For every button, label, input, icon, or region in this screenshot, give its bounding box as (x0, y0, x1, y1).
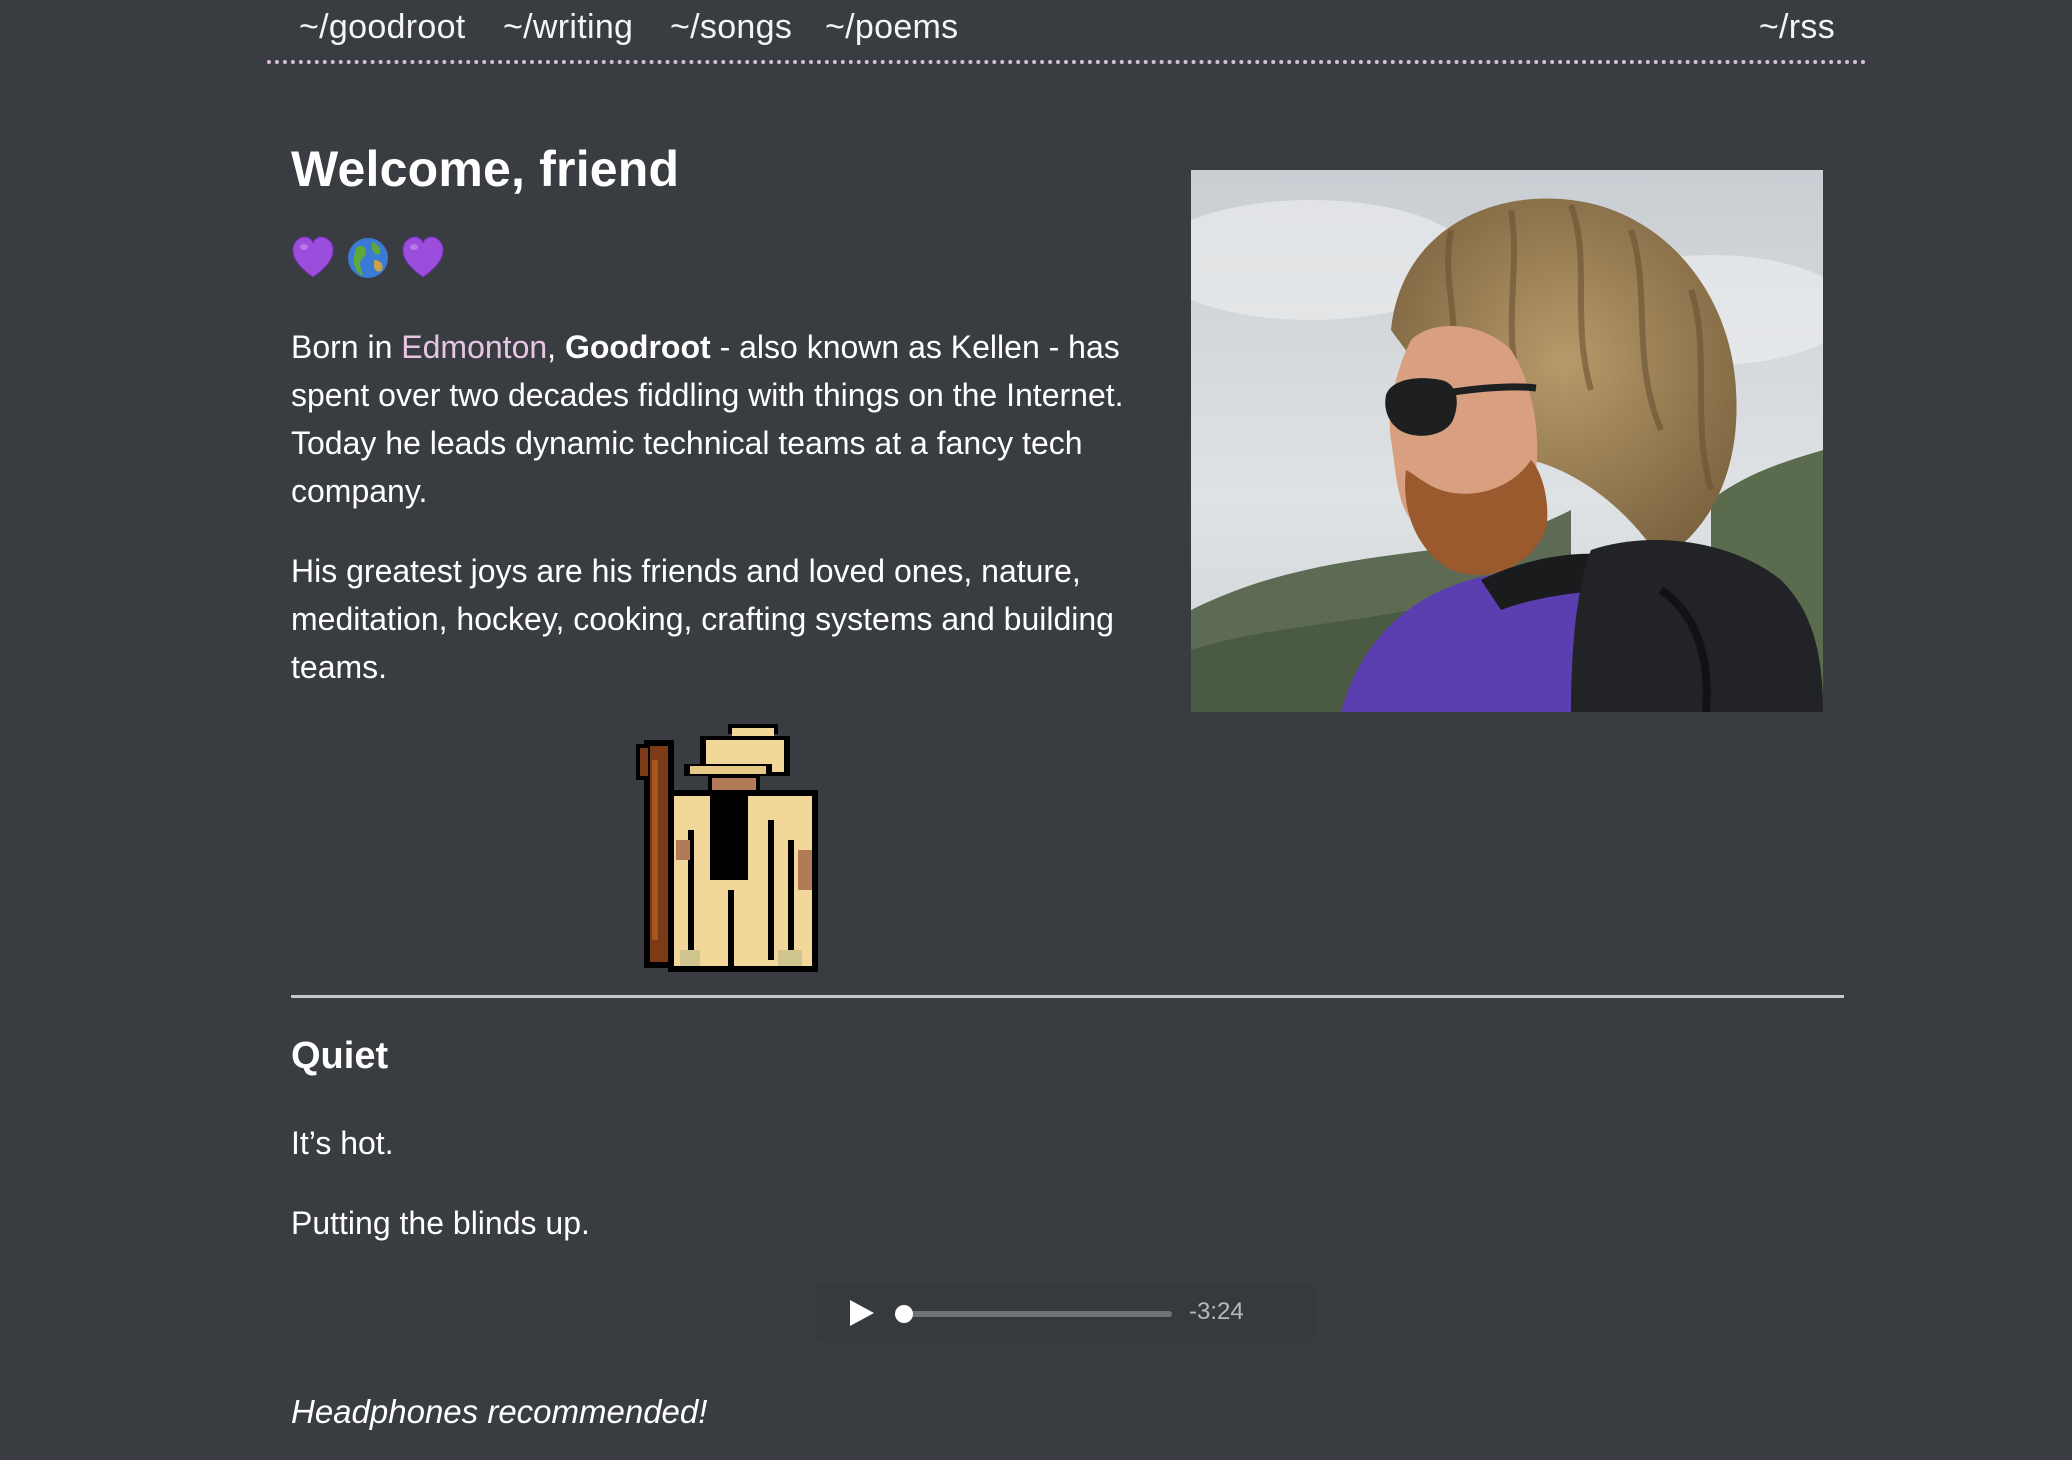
audio-time-remaining: -3:24 (1189, 1298, 1244, 1325)
purple-heart-icon (292, 236, 334, 278)
post-line-1: It’s hot. (291, 1125, 394, 1161)
edmonton-link[interactable]: Edmonton (401, 329, 547, 365)
headphones-note: Headphones recommended! (291, 1393, 708, 1430)
purple-heart-icon (402, 236, 444, 278)
audio-progress-thumb[interactable] (895, 1305, 913, 1323)
nav-link-rss[interactable]: ~/rss (1759, 8, 1835, 47)
pixel-wizard (636, 724, 818, 972)
globe-icon (348, 238, 388, 278)
section-divider (291, 995, 1844, 998)
emoji-row (291, 235, 451, 283)
profile-photo (1191, 170, 1823, 712)
intro-paragraph-joys: His greatest joys are his friends and lo… (291, 553, 1114, 685)
top-nav: ~/goodroot ~/writing ~/songs ~/poems ~/r… (267, 0, 1867, 64)
post-line-2: Putting the blinds up. (291, 1205, 590, 1241)
page-title: Welcome, friend (291, 141, 680, 197)
bio-text-prefix: Born in (291, 329, 402, 365)
nav-link-songs[interactable]: ~/songs (670, 8, 792, 47)
post-title: Quiet (291, 1035, 389, 1077)
bio-name: Goodroot (564, 329, 711, 365)
bio-text-comma: , (547, 329, 565, 365)
nav-link-poems[interactable]: ~/poems (825, 8, 958, 47)
audio-progress-slider[interactable] (895, 1305, 1172, 1323)
intro-paragraph-bio: Born in Edmonton, Goodroot - also known … (291, 323, 1161, 515)
audio-player: -3:24 (816, 1283, 1316, 1343)
nav-link-goodroot[interactable]: ~/goodroot (299, 8, 466, 47)
nav-link-writing[interactable]: ~/writing (503, 8, 633, 47)
play-icon[interactable] (846, 1298, 876, 1328)
